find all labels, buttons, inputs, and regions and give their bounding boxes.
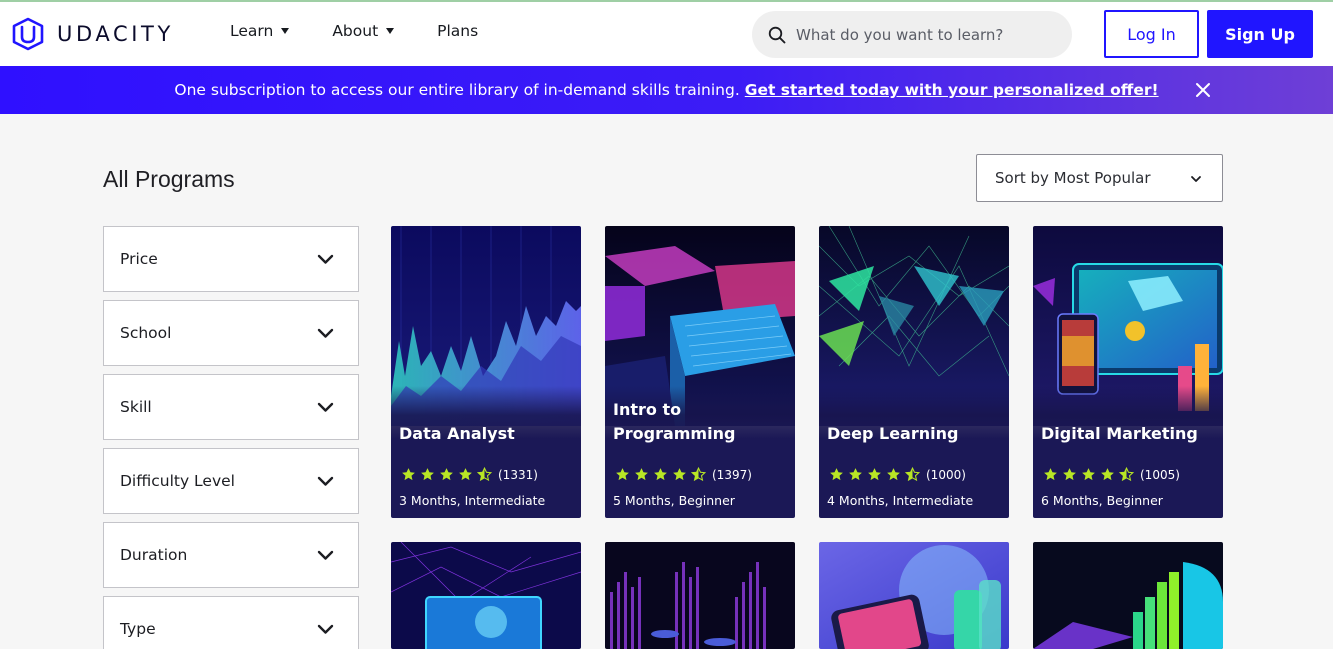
star-icon <box>421 468 434 481</box>
log-in-button[interactable]: Log In <box>1104 10 1199 58</box>
chevron-down-icon <box>317 402 334 412</box>
nav-about[interactable]: About <box>332 22 395 40</box>
site-header: UDACITY Learn About Plans Log In Sign Up <box>0 2 1333 66</box>
sign-up-button[interactable]: Sign Up <box>1207 10 1313 58</box>
chevron-down-icon <box>1191 176 1201 182</box>
search-bar[interactable] <box>752 11 1072 58</box>
filter-school[interactable]: School <box>103 300 359 366</box>
card-title: Digital Marketing <box>1041 424 1198 443</box>
sort-select[interactable]: Sort by Most Popular <box>976 154 1223 202</box>
filter-label: Duration <box>120 546 188 564</box>
card-title: Data Analyst <box>399 424 515 443</box>
banner-text: One subscription to access our entire li… <box>174 81 740 99</box>
filter-label: Difficulty Level <box>120 472 235 490</box>
program-card-digital-marketing[interactable]: Digital Marketing (1005) 6 Months, Begin… <box>1033 226 1223 518</box>
card-meta: 4 Months, Intermediate <box>827 493 974 508</box>
chevron-down-icon <box>317 476 334 486</box>
star-icon <box>849 468 862 481</box>
udacity-logo[interactable]: UDACITY <box>11 16 174 52</box>
page-title: All Programs <box>103 166 235 192</box>
star-icon <box>616 468 629 481</box>
program-card-data-analyst[interactable]: Data Analyst (1331) 3 Months, Intermedia… <box>391 226 581 518</box>
star-icon <box>459 468 472 481</box>
filter-difficulty-level[interactable]: Difficulty Level <box>103 448 359 514</box>
star-icon <box>402 468 415 481</box>
search-icon <box>768 26 786 43</box>
star-icon <box>440 468 453 481</box>
caret-down-icon <box>386 28 395 34</box>
chevron-down-icon <box>317 328 334 338</box>
star-icon <box>868 468 881 481</box>
nav-plans-label: Plans <box>437 22 479 40</box>
card-meta: 5 Months, Beginner <box>613 493 735 508</box>
promo-banner: One subscription to access our entire li… <box>0 66 1333 114</box>
caret-down-icon <box>281 28 290 34</box>
chevron-down-icon <box>317 624 334 634</box>
card-image <box>605 542 795 649</box>
chevron-down-icon <box>317 254 334 264</box>
card-meta: 3 Months, Intermediate <box>399 493 546 508</box>
chevron-down-icon <box>317 550 334 560</box>
search-input[interactable] <box>796 25 1056 44</box>
filter-skill[interactable]: Skill <box>103 374 359 440</box>
filter-label: Skill <box>120 398 152 416</box>
review-count: (1000) <box>926 467 966 482</box>
rating-stars: (1000) <box>829 467 966 482</box>
star-icon <box>1063 468 1076 481</box>
review-count: (1331) <box>498 467 538 482</box>
program-card[interactable] <box>605 542 795 649</box>
udacity-logo-icon <box>12 17 44 51</box>
program-card-intro-to-programming[interactable]: Intro to Programming (1397) 5 Months, Be… <box>605 226 795 518</box>
star-icon <box>1101 468 1114 481</box>
program-card[interactable] <box>819 542 1009 649</box>
sort-label: Sort by Most Popular <box>995 169 1151 187</box>
half-star-icon <box>905 467 920 482</box>
card-title: Intro to Programming <box>613 400 736 443</box>
close-icon[interactable] <box>1194 81 1212 99</box>
star-icon <box>654 468 667 481</box>
nav-learn[interactable]: Learn <box>230 22 290 40</box>
filter-price[interactable]: Price <box>103 226 359 292</box>
card-image <box>391 542 581 649</box>
card-title: Deep Learning <box>827 424 959 443</box>
banner-cta-link[interactable]: Get started today with your personalized… <box>745 81 1159 99</box>
main-nav: Learn About Plans <box>230 22 521 40</box>
nav-learn-label: Learn <box>230 22 274 40</box>
filter-label: Price <box>120 250 158 268</box>
program-card-deep-learning[interactable]: Deep Learning (1000) 4 Months, Intermedi… <box>819 226 1009 518</box>
half-star-icon <box>691 467 706 482</box>
star-icon <box>1082 468 1095 481</box>
rating-stars: (1397) <box>615 467 752 482</box>
review-count: (1005) <box>1140 467 1180 482</box>
card-image <box>1033 542 1223 649</box>
filter-label: Type <box>120 620 156 638</box>
program-card[interactable] <box>1033 542 1223 649</box>
star-icon <box>635 468 648 481</box>
card-image <box>819 542 1009 649</box>
filter-duration[interactable]: Duration <box>103 522 359 588</box>
filter-label: School <box>120 324 172 342</box>
logo-text: UDACITY <box>57 22 174 46</box>
card-meta: 6 Months, Beginner <box>1041 493 1163 508</box>
star-icon <box>887 468 900 481</box>
nav-plans[interactable]: Plans <box>437 22 478 40</box>
nav-about-label: About <box>332 22 379 40</box>
program-card[interactable] <box>391 542 581 649</box>
star-icon <box>1044 468 1057 481</box>
star-icon <box>830 468 843 481</box>
filter-type[interactable]: Type <box>103 596 359 649</box>
rating-stars: (1331) <box>401 467 538 482</box>
half-star-icon <box>477 467 492 482</box>
half-star-icon <box>1119 467 1134 482</box>
rating-stars: (1005) <box>1043 467 1180 482</box>
review-count: (1397) <box>712 467 752 482</box>
star-icon <box>673 468 686 481</box>
